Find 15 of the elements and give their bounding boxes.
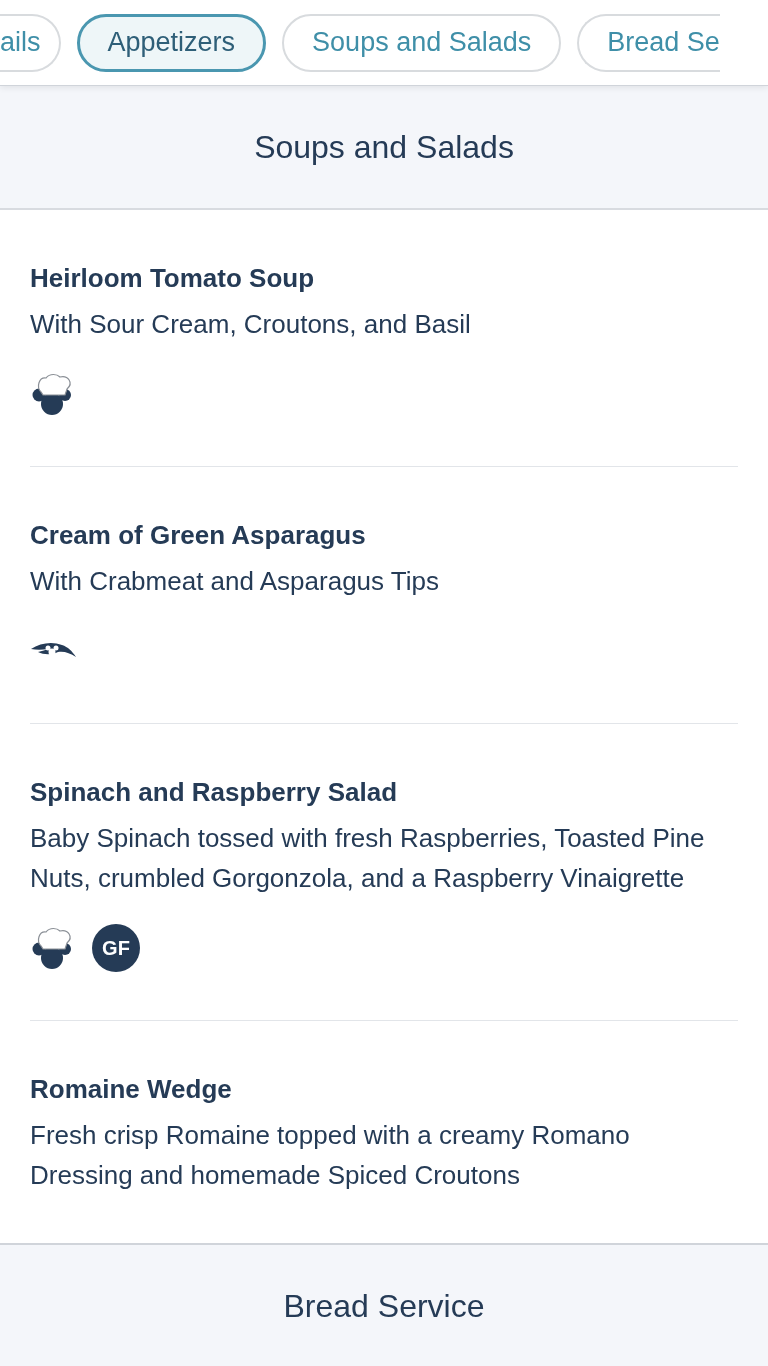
- category-tab[interactable]: Bread Se: [577, 13, 720, 72]
- dish-description: With Crabmeat and Asparagus Tips: [30, 565, 440, 598]
- dish-name: Cream of Green Asparagus: [30, 519, 367, 552]
- section-title: Soups and Salads: [254, 128, 514, 166]
- gluten-free-badge: GF: [92, 924, 140, 972]
- dish-name: Heirloom Tomato Soup: [30, 262, 316, 295]
- dish-description: Baby Spinach tossed with fresh Raspberries, Toasted Pine Nuts, crumbled Gorgonzola, and a Raspberry Vinaigrette: [30, 822, 706, 895]
- dish-description: Fresh crisp Romaine topped with a creamy Romano Dressing and homemade Spiced Croutons: [30, 1119, 631, 1192]
- section-title: Bread Service: [283, 1287, 485, 1325]
- dish-name: Romaine Wedge: [30, 1073, 233, 1106]
- category-tab[interactable]: Appetizers: [76, 13, 267, 72]
- category-tab[interactable]: ails: [0, 13, 61, 72]
- dish-name: Spinach and Raspberry Salad: [30, 776, 398, 809]
- dish-description: With Sour Cream, Croutons, and Basil: [30, 308, 472, 341]
- category-tab[interactable]: Soups and Salads: [282, 13, 562, 72]
